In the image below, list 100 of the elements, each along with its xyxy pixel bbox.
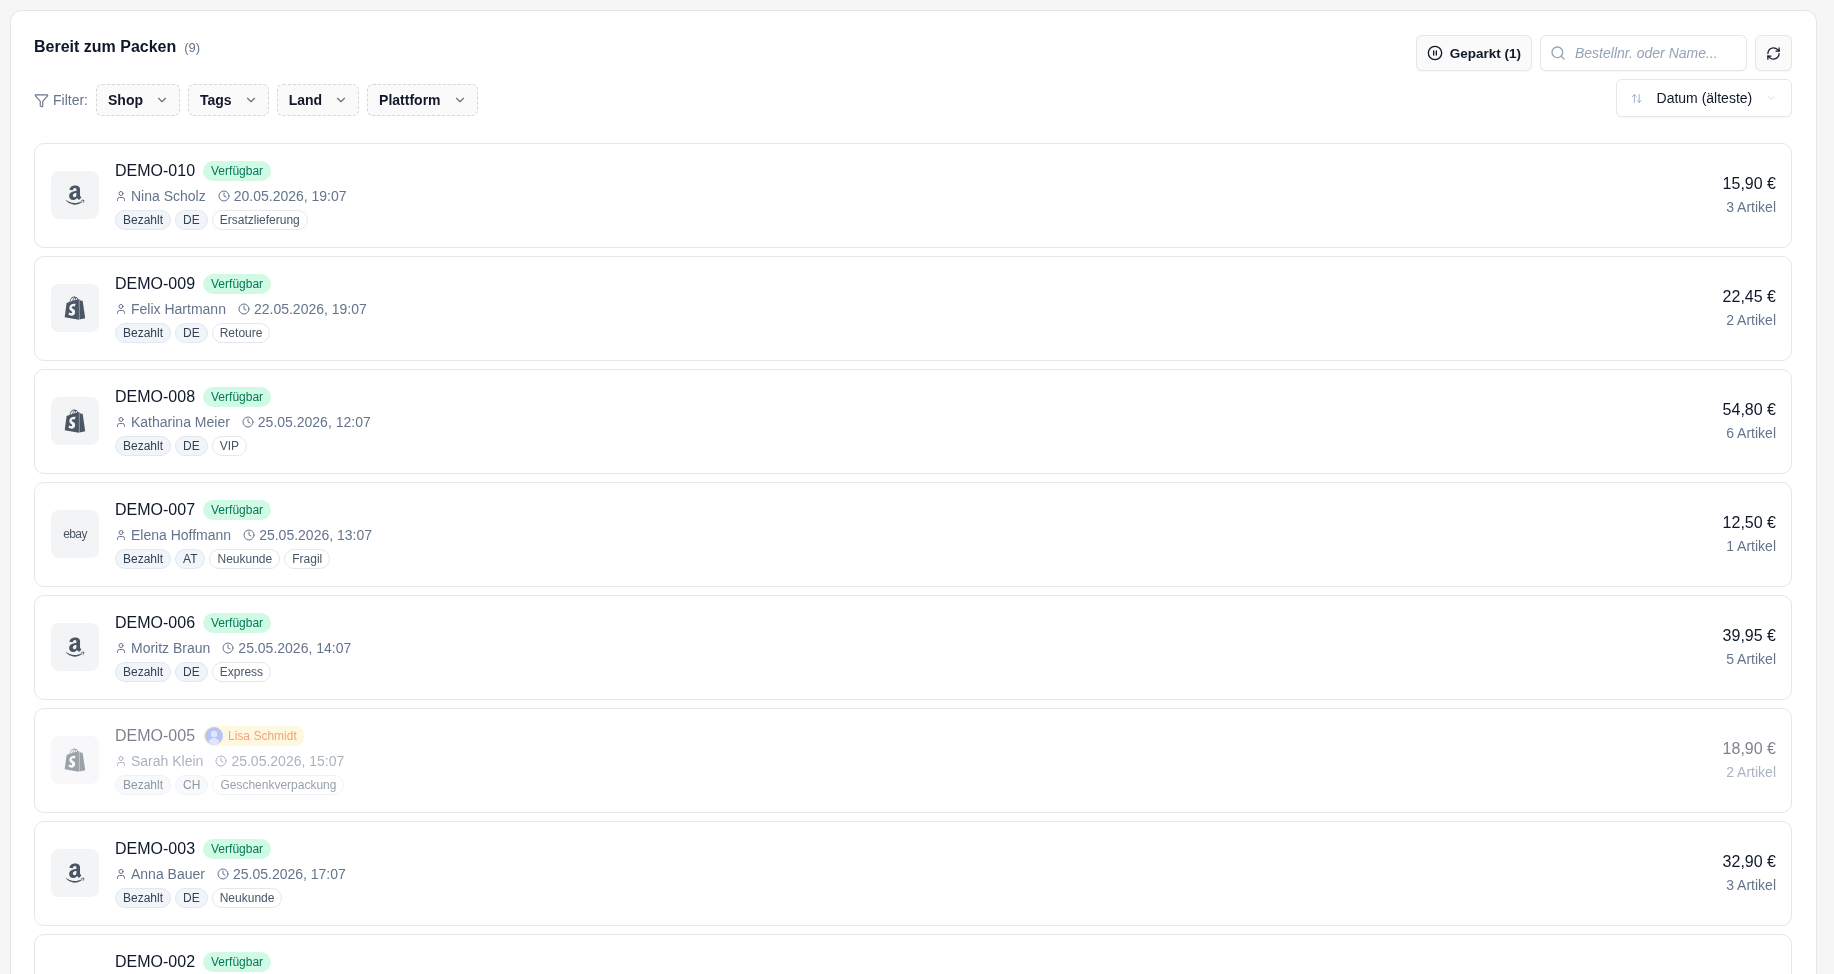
order-card[interactable]: DEMO-005 Lisa Schmidt Sarah Klein 25.05.2026, 15:07 Bezahlt CH Geschenkverpackung 18,90 € 2 Artikel (34, 708, 1792, 813)
item-count: 5 Artikel (1726, 650, 1776, 669)
user-icon (115, 642, 127, 654)
order-tag: Bezahlt (115, 210, 172, 230)
order-id: DEMO-002 (115, 952, 196, 972)
amazon-logo-icon (51, 623, 99, 671)
order-card[interactable]: DEMO-009 Verfügbar Felix Hartmann 22.05.2026, 19:07 Bezahlt DE Retoure 22,45 € 2 Artikel (34, 256, 1792, 361)
customer-name: Katharina Meier (131, 414, 230, 430)
order-tag: DE (175, 210, 208, 230)
order-card[interactable]: DEMO-006 Verfügbar Moritz Braun 25.05.2026, 14:07 Bezahlt DE Express 39,95 € 5 Artikel (34, 595, 1792, 700)
order-id: DEMO-003 (115, 839, 196, 859)
customer-name: Sarah Klein (131, 753, 204, 769)
order-tag: Bezahlt (115, 775, 172, 795)
order-card[interactable]: DEMO-008 Verfügbar Katharina Meier 25.05.2026, 12:07 Bezahlt DE VIP 54,80 € 6 Artikel (34, 369, 1792, 474)
user-icon (115, 190, 127, 202)
order-total: 54,80 € (1722, 400, 1776, 420)
order-card[interactable]: DEMO-002 Verfügbar (34, 934, 1792, 974)
order-id: DEMO-006 (115, 613, 196, 633)
order-tag: Bezahlt (115, 549, 172, 569)
parked-button[interactable]: Geparkt (1) (1415, 35, 1532, 71)
clock-icon (237, 303, 250, 315)
order-tag: Bezahlt (115, 323, 172, 343)
order-tag: VIP (211, 436, 248, 456)
order-tag: DE (175, 662, 208, 682)
order-tag: Neukunde (211, 888, 283, 908)
shopping-bag-logo-icon (51, 736, 99, 784)
order-id: DEMO-008 (115, 387, 196, 407)
shopping-bag-logo-icon (51, 284, 99, 332)
filter-dropdown[interactable]: Shop (96, 84, 180, 116)
order-date: 25.05.2026, 15:07 (231, 753, 345, 769)
order-tag: DE (175, 888, 208, 908)
item-count: 1 Artikel (1726, 537, 1776, 556)
customer-name: Nina Scholz (131, 188, 206, 204)
order-date: 22.05.2026, 19:07 (253, 301, 367, 317)
clock-icon (217, 190, 230, 202)
order-tag: Neukunde (209, 549, 281, 569)
item-count: 3 Artikel (1726, 876, 1776, 895)
clock-icon (243, 529, 256, 541)
search-icon (1550, 45, 1566, 61)
item-count: 6 Artikel (1726, 424, 1776, 443)
order-tag: AT (175, 549, 206, 569)
customer-name: Anna Bauer (131, 866, 205, 882)
order-tag: Ersatzlieferung (211, 210, 308, 230)
order-total: 22,45 € (1722, 287, 1776, 307)
item-count: 2 Artikel (1726, 763, 1776, 782)
order-tag: Bezahlt (115, 662, 172, 682)
order-tag: CH (175, 775, 209, 795)
sort-dropdown[interactable]: Datum (älteste) (1616, 79, 1792, 117)
order-total: 32,90 € (1722, 852, 1776, 872)
status-badge: Verfügbar (203, 952, 272, 972)
user-icon (115, 303, 127, 315)
status-badge: Verfügbar (203, 500, 272, 520)
order-date: 25.05.2026, 12:07 (257, 414, 371, 430)
order-id: DEMO-010 (115, 161, 196, 181)
order-tag: DE (175, 323, 208, 343)
order-tag: DE (175, 436, 208, 456)
clock-icon (222, 642, 235, 654)
order-total: 12,50 € (1722, 513, 1776, 533)
order-id: DEMO-005 (115, 726, 196, 746)
customer-name: Moritz Braun (131, 640, 211, 656)
order-date: 25.05.2026, 13:07 (259, 527, 373, 543)
order-total: 18,90 € (1722, 739, 1776, 759)
order-card[interactable]: DEMO-010 Verfügbar Nina Scholz 20.05.2026, 19:07 Bezahlt DE Ersatzlieferung 15,90 € 3 Artikel (34, 143, 1792, 248)
assignee-name: Lisa Schmidt (228, 729, 297, 743)
panel-title: Bereit zum Packen (34, 37, 177, 57)
status-badge: Verfügbar (203, 613, 272, 633)
user-icon (115, 416, 127, 428)
clock-icon (215, 755, 228, 767)
status-badge: Verfügbar (203, 274, 272, 294)
order-id: DEMO-007 (115, 500, 196, 520)
filter-dropdown[interactable]: Land (276, 84, 360, 116)
wordmark-logo: ebay (51, 510, 99, 558)
amazon-logo-icon (51, 849, 99, 897)
clock-icon (216, 868, 229, 880)
customer-name: Elena Hoffmann (131, 527, 232, 543)
item-count: 3 Artikel (1726, 198, 1776, 217)
order-tag: Geschenkverpackung (212, 775, 345, 795)
order-card[interactable]: DEMO-003 Verfügbar Anna Bauer 25.05.2026, 17:07 Bezahlt DE Neukunde 32,90 € 3 Artikel (34, 821, 1792, 926)
search-field[interactable]: Bestellnr. oder Name... (1540, 35, 1747, 71)
item-count: 2 Artikel (1726, 311, 1776, 330)
order-date: 25.05.2026, 14:07 (238, 640, 352, 656)
order-tag: Express (211, 662, 272, 682)
order-tag: Bezahlt (115, 436, 172, 456)
order-id: DEMO-009 (115, 274, 196, 294)
shopping-bag-logo-icon (51, 397, 99, 445)
status-badge: Verfügbar (203, 387, 272, 407)
clock-icon (241, 416, 254, 428)
order-date: 25.05.2026, 17:07 (232, 866, 346, 882)
customer-name: Felix Hartmann (131, 301, 226, 317)
filter-dropdown[interactable]: Tags (188, 84, 269, 116)
refresh-button[interactable] (1755, 35, 1792, 71)
order-date: 20.05.2026, 19:07 (233, 188, 347, 204)
amazon-logo-icon (51, 171, 99, 219)
filter-dropdown[interactable]: Plattform (367, 84, 478, 116)
order-card[interactable]: ebay DEMO-007 Verfügbar Elena Hoffmann 25.05.2026, 13:07 Bezahlt AT Neukunde Fragil 12,50 € 1 Artikel (34, 482, 1792, 587)
refresh-icon (1766, 45, 1781, 61)
order-tag: Bezahlt (115, 888, 172, 908)
filter-icon (34, 92, 49, 108)
order-tag: Fragil (284, 549, 331, 569)
avatar-icon (205, 727, 224, 745)
